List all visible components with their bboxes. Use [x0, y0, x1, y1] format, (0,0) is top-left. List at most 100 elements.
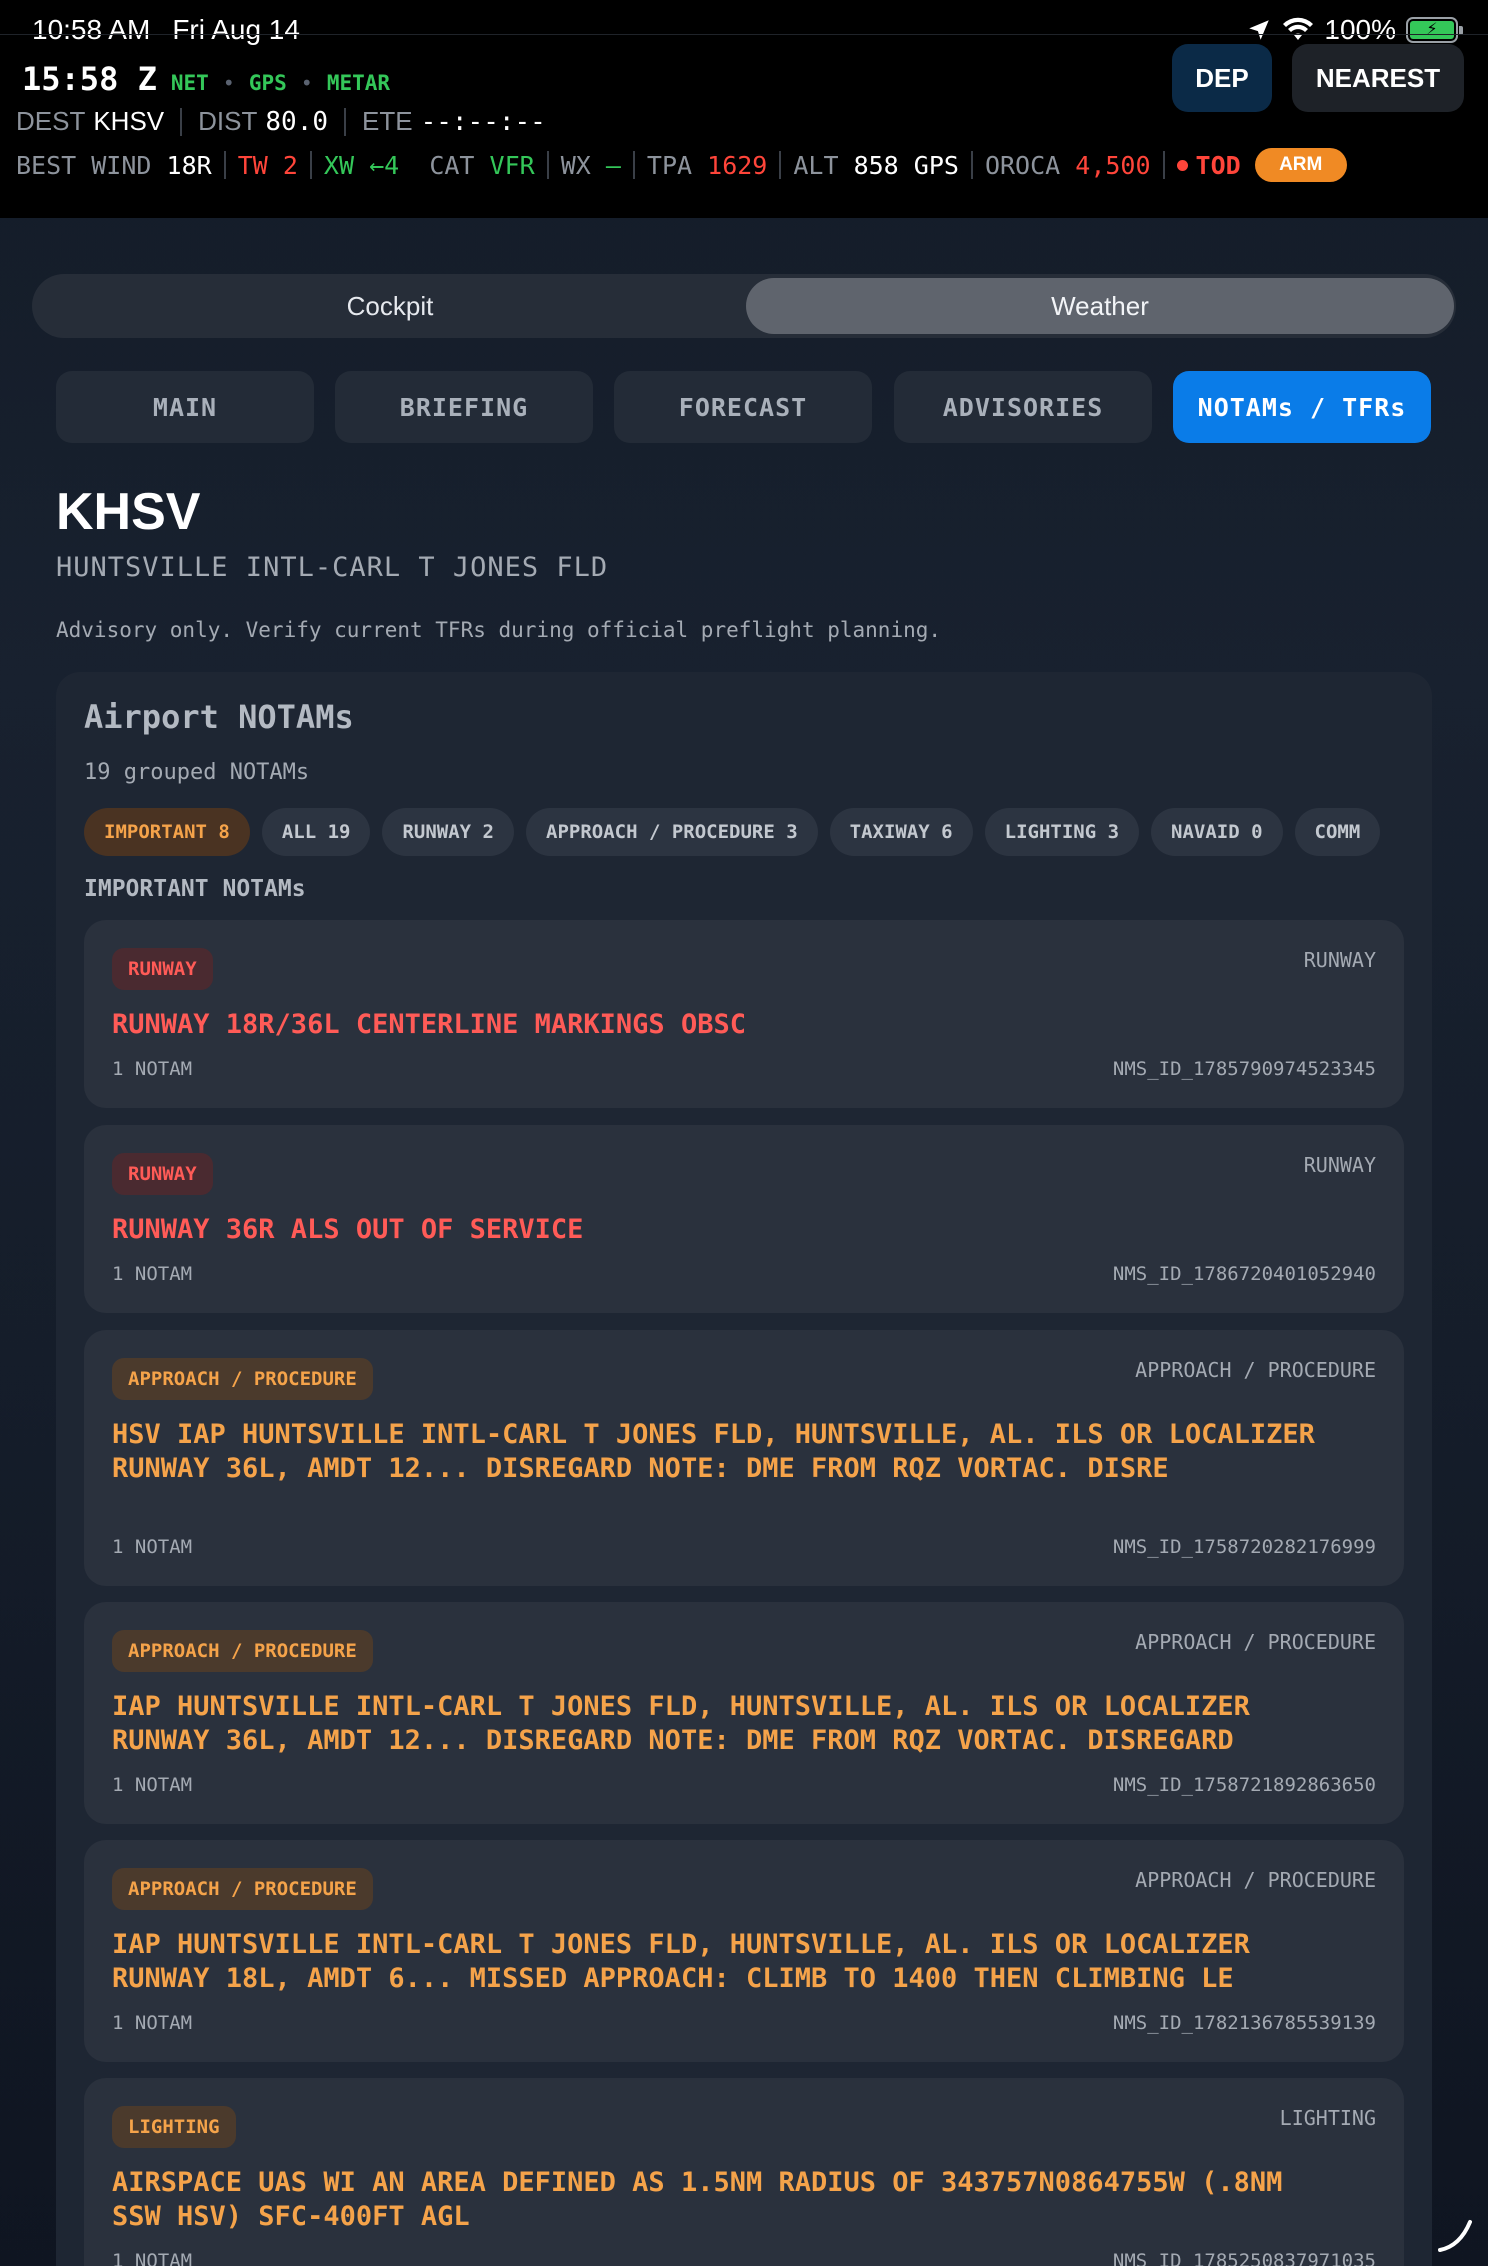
status-divider	[0, 34, 1488, 35]
battery-icon: ⚡	[1406, 17, 1463, 43]
notam-category: APPROACH / PROCEDURE	[1135, 1868, 1376, 1892]
filter-chip-approach[interactable]: APPROACH / PROCEDURE 3	[526, 808, 818, 856]
category-label: CAT	[429, 150, 475, 180]
notam-card[interactable]: APPROACH / PROCEDURE APPROACH / PROCEDUR…	[84, 1330, 1404, 1586]
top-header: 10:58 AM Fri Aug 14 100% ⚡ 15:58 Z NET • …	[0, 0, 1488, 218]
dist-label: DIST	[198, 106, 258, 136]
tod-label: TOD	[1195, 150, 1241, 180]
crosswind-label: XW	[323, 150, 355, 180]
zulu-time-row: 15:58 Z NET • GPS • METAR	[22, 60, 390, 98]
notam-title: RUNWAY 18R/36L CENTERLINE MARKINGS OBSC	[112, 1009, 746, 1040]
separator	[223, 151, 226, 179]
dest-value: KHSV	[93, 106, 165, 136]
notam-count-label: 1 NOTAM	[112, 1263, 193, 1285]
source-separator: •	[222, 71, 235, 95]
notam-id: NMS_ID_1758721892863650	[1112, 1774, 1376, 1796]
station-name: HUNTSVILLE INTL-CARL T JONES FLD	[56, 552, 609, 583]
notam-card[interactable]: APPROACH / PROCEDURE APPROACH / PROCEDUR…	[84, 1602, 1404, 1824]
location-arrow-icon	[1249, 20, 1270, 40]
notam-category: APPROACH / PROCEDURE	[1135, 1358, 1376, 1382]
segment-cockpit[interactable]: Cockpit	[36, 278, 744, 334]
notam-category: APPROACH / PROCEDURE	[1135, 1630, 1376, 1654]
ete-value: --:--:--	[420, 106, 546, 137]
category-value: VFR	[489, 150, 535, 180]
separator	[970, 151, 973, 179]
notam-card[interactable]: LIGHTING LIGHTING AIRSPACE UAS WI AN ARE…	[84, 2078, 1404, 2266]
arm-button[interactable]: ARM	[1254, 148, 1347, 182]
notam-count-label: 1 NOTAM	[112, 1536, 193, 1558]
status-date: Fri Aug 14	[172, 14, 300, 45]
airport-notams-panel: Airport NOTAMs 19 grouped NOTAMs IMPORTA…	[56, 672, 1432, 2266]
tailwind-label: TW	[237, 150, 268, 180]
notam-id: NMS_ID_1758720282176999	[1112, 1536, 1376, 1558]
destination-row: DEST KHSV DIST 80.0 ETE --:--:--	[16, 106, 546, 137]
separator	[779, 151, 782, 179]
source-separator: •	[300, 71, 313, 95]
notam-card[interactable]: APPROACH / PROCEDURE APPROACH / PROCEDUR…	[84, 1840, 1404, 2062]
notam-count-label: 1 NOTAM	[112, 2012, 193, 2034]
wifi-icon	[1283, 17, 1314, 40]
station-code: KHSV	[56, 483, 201, 541]
notam-count-label: 1 NOTAM	[112, 1774, 193, 1796]
tod-indicator-dot	[1176, 159, 1188, 171]
notam-id: NMS_ID_1785790974523345	[1112, 1058, 1376, 1080]
notam-id: NMS_ID_1782136785539139	[1112, 2012, 1376, 2034]
flight-info-row: BEST WIND 18R TW 2 XW ←4 CAT VFR WX — TP…	[16, 148, 1347, 182]
notam-card[interactable]: RUNWAY RUNWAY RUNWAY 36R ALS OUT OF SERV…	[84, 1125, 1404, 1313]
filter-chip-all[interactable]: ALL 19	[261, 808, 371, 856]
filter-chip-comm[interactable]: COMM	[1294, 808, 1381, 856]
crosswind-value: ←4	[369, 150, 400, 180]
dist-value: 80.0	[265, 106, 329, 137]
nearest-button[interactable]: NEAREST	[1292, 44, 1464, 112]
notam-count-label: 1 NOTAM	[112, 1058, 193, 1080]
notam-filter-chips[interactable]: IMPORTANT 8 ALL 19 RUNWAY 2 APPROACH / P…	[84, 808, 1404, 856]
oroca-label: OROCA	[984, 150, 1061, 180]
separator	[309, 151, 312, 179]
resize-handle-icon[interactable]	[1430, 2210, 1478, 2258]
tab-advisories[interactable]: ADVISORIES	[894, 371, 1152, 443]
tab-notams-tfrs[interactable]: NOTAMs / TFRs	[1173, 371, 1431, 443]
filter-chip-runway[interactable]: RUNWAY 2	[382, 808, 514, 856]
tab-briefing[interactable]: BRIEFING	[335, 371, 593, 443]
best-wind-value: 18R	[166, 150, 212, 180]
source-metar: METAR	[326, 71, 391, 95]
mode-segmented-control: Cockpit Weather	[32, 274, 1456, 338]
notam-badge: RUNWAY	[112, 948, 213, 990]
notam-category: RUNWAY	[1303, 948, 1376, 972]
notam-title: AIRSPACE UAS WI AN AREA DEFINED AS 1.5NM…	[112, 2167, 1283, 2232]
separator	[344, 107, 347, 136]
tab-forecast[interactable]: FORECAST	[614, 371, 872, 443]
notam-badge: LIGHTING	[112, 2106, 236, 2148]
separator	[180, 107, 183, 136]
tfr-advisory-note: Advisory only. Verify current TFRs durin…	[56, 618, 942, 642]
notam-count-label: 1 NOTAM	[112, 2250, 193, 2266]
filter-chip-taxiway[interactable]: TAXIWAY 6	[829, 808, 973, 856]
wx-label: WX	[560, 150, 591, 180]
notam-category: RUNWAY	[1303, 1153, 1376, 1177]
panel-title: Airport NOTAMs	[84, 698, 354, 736]
tpa-label: TPA	[646, 150, 693, 180]
tab-main[interactable]: MAIN	[56, 371, 314, 443]
notam-badge: APPROACH / PROCEDURE	[112, 1358, 373, 1400]
notam-badge: APPROACH / PROCEDURE	[112, 1868, 373, 1910]
notam-badge: APPROACH / PROCEDURE	[112, 1630, 373, 1672]
oroca-value: 4,500	[1075, 150, 1151, 180]
dep-button[interactable]: DEP	[1172, 44, 1272, 112]
filter-chip-navaid[interactable]: NAVAID 0	[1151, 808, 1283, 856]
segment-weather[interactable]: Weather	[746, 278, 1454, 334]
status-clock: 10:58 AM	[32, 14, 151, 45]
notam-title: IAP HUNTSVILLE INTL-CARL T JONES FLD, HU…	[112, 1929, 1250, 1994]
wx-value: —	[605, 150, 621, 180]
notam-id: NMS_ID_1785250837971035	[1112, 2250, 1376, 2266]
source-gps: GPS	[248, 71, 287, 95]
notam-title: IAP HUNTSVILLE INTL-CARL T JONES FLD, HU…	[112, 1691, 1250, 1756]
tailwind-value: 2	[282, 150, 298, 180]
notam-title: RUNWAY 36R ALS OUT OF SERVICE	[112, 1214, 584, 1245]
notam-card[interactable]: RUNWAY RUNWAY RUNWAY 18R/36L CENTERLINE …	[84, 920, 1404, 1108]
notam-category: LIGHTING	[1279, 2106, 1376, 2130]
filter-chip-lighting[interactable]: LIGHTING 3	[984, 808, 1140, 856]
filter-chip-important[interactable]: IMPORTANT 8	[84, 808, 250, 856]
status-indicators: 100% ⚡	[1246, 12, 1463, 48]
alt-source: GPS	[913, 150, 959, 180]
separator	[546, 151, 549, 179]
